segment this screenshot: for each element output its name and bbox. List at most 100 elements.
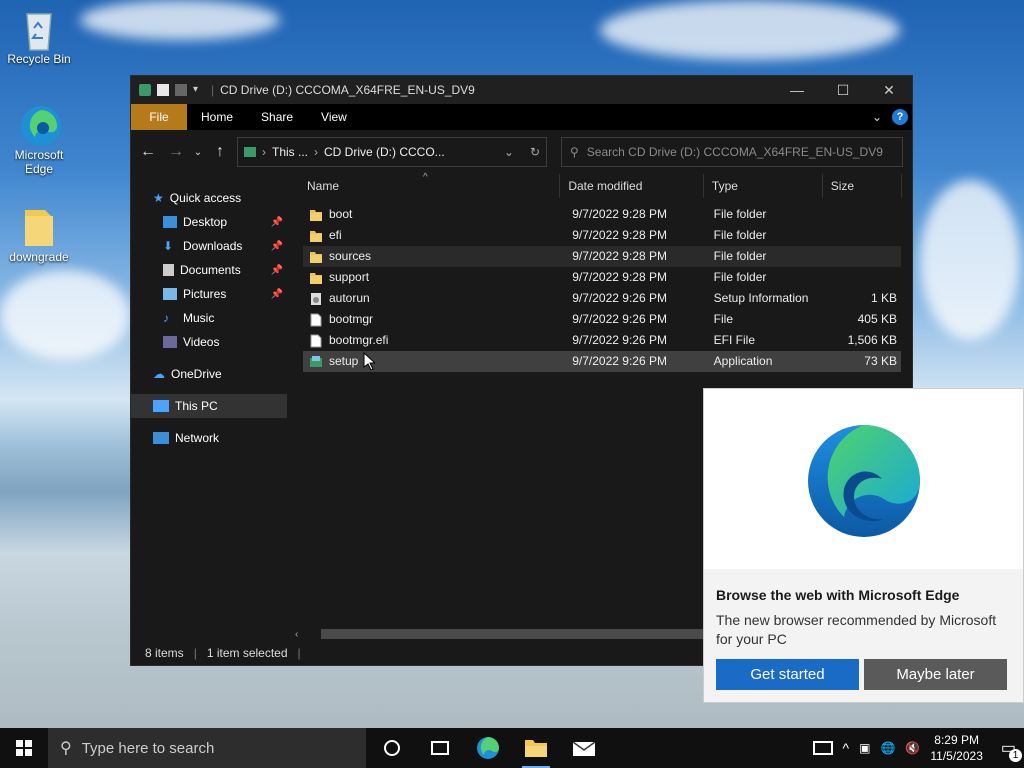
file-size: [823, 246, 901, 267]
desktop-icon-recycle-bin[interactable]: Recycle Bin: [4, 8, 74, 66]
refresh-icon[interactable]: ↻: [530, 145, 540, 159]
notification-badge: 1: [1009, 749, 1022, 762]
nav-label: Music: [183, 311, 215, 325]
nav-videos[interactable]: Videos: [131, 330, 287, 354]
taskbar-file-explorer[interactable]: [512, 728, 560, 768]
expand-ribbon-icon[interactable]: ⌄: [872, 110, 882, 124]
show-hidden-icons-icon[interactable]: ^: [843, 740, 850, 756]
column-header-size[interactable]: Size: [823, 173, 902, 198]
folder-icon: [309, 229, 323, 243]
nav-network[interactable]: Network: [131, 426, 287, 450]
popup-heading: Browse the web with Microsoft Edge: [716, 587, 960, 603]
scroll-left-icon[interactable]: ‹: [295, 629, 307, 640]
nav-desktop[interactable]: Desktop 📌: [131, 210, 287, 234]
file-row-support[interactable]: support 9/7/2022 9:28 PM File folder: [303, 267, 901, 288]
file-name-cell: bootmgr.efi: [303, 330, 564, 351]
file-row-setup[interactable]: setup 9/7/2022 9:26 PM Application 73 KB: [303, 351, 901, 372]
help-icon[interactable]: ?: [892, 109, 908, 125]
nav-quick-access[interactable]: ★ Quick access: [131, 186, 287, 210]
nav-label: OneDrive: [171, 367, 222, 381]
close-button[interactable]: ✕: [866, 76, 912, 104]
tab-file[interactable]: File: [131, 104, 187, 130]
customize-toolbar-icon[interactable]: ▾: [193, 84, 203, 96]
task-view-button[interactable]: [416, 728, 464, 768]
minimize-button[interactable]: —: [774, 76, 820, 104]
new-folder-icon[interactable]: [175, 84, 187, 96]
maybe-later-button[interactable]: Maybe later: [864, 659, 1007, 690]
file-row-boot[interactable]: boot 9/7/2022 9:28 PM File folder: [303, 204, 901, 225]
taskbar-edge[interactable]: [464, 728, 512, 768]
file-type: File: [713, 312, 734, 326]
nav-music[interactable]: ♪ Music: [131, 306, 287, 330]
maximize-button[interactable]: ☐: [820, 76, 866, 104]
edge-icon: [19, 104, 61, 146]
start-button[interactable]: [0, 728, 48, 768]
file-row-bootmgr-efi[interactable]: bootmgr.efi 9/7/2022 9:26 PM EFI File 1,506…: [303, 330, 901, 351]
column-header-name[interactable]: Name ^: [295, 172, 561, 198]
file-row-bootmgr[interactable]: bootmgr 9/7/2022 9:26 PM File 405 KB: [303, 309, 901, 330]
file-icon: [309, 313, 323, 327]
breadcrumb-separator-icon: ›: [314, 145, 319, 159]
up-button[interactable]: ↑: [209, 143, 231, 161]
nav-onedrive[interactable]: ☁ OneDrive: [131, 362, 287, 386]
recent-locations-icon[interactable]: ⌄: [193, 147, 203, 158]
file-date: 9/7/2022 9:26 PM: [572, 291, 667, 305]
forward-button[interactable]: →: [165, 143, 187, 161]
taskbar-mail[interactable]: [560, 728, 608, 768]
desktop-icon-label: Microsoft Edge: [14, 148, 64, 176]
volume-muted-icon[interactable]: 🔇: [905, 741, 920, 755]
nav-pictures[interactable]: Pictures 📌: [131, 282, 287, 306]
popup-body: The new browser recommended by Microsoft…: [716, 612, 997, 647]
nav-label: Downloads: [183, 239, 243, 253]
news-icon[interactable]: [812, 741, 833, 755]
star-icon: ★: [153, 191, 164, 205]
cortana-button[interactable]: [368, 728, 416, 768]
notifications-button[interactable]: ▭ 1: [1001, 738, 1022, 762]
tab-home[interactable]: Home: [187, 104, 247, 130]
music-icon: ♪: [163, 311, 169, 325]
properties-icon[interactable]: [157, 84, 169, 96]
folder-icon: [525, 740, 547, 757]
file-name-cell: boot: [303, 204, 564, 225]
get-started-button[interactable]: Get started: [716, 659, 859, 690]
nav-label: Desktop: [183, 215, 228, 229]
desktop-icon-edge[interactable]: Microsoft Edge: [4, 104, 74, 176]
file-type: File folder: [713, 270, 767, 284]
nav-label: Documents: [180, 263, 241, 277]
column-header-type[interactable]: Type: [704, 173, 823, 198]
meet-now-icon[interactable]: ▣: [859, 741, 870, 755]
file-row-sources[interactable]: sources 9/7/2022 9:28 PM File folder: [303, 246, 901, 267]
ribbon: File Home Share View ⌄ ?: [131, 104, 912, 130]
desktop-icon-downgrade[interactable]: downgrade: [4, 206, 74, 264]
breadcrumb-this-pc[interactable]: This ...: [272, 145, 308, 159]
computer-icon: [153, 400, 169, 412]
title-separator: |: [211, 83, 215, 97]
horizontal-scrollbar[interactable]: ‹: [295, 627, 705, 641]
address-dropdown-icon[interactable]: ⌄: [504, 145, 514, 159]
window-title: CD Drive (D:) CCCOMA_X64FRE_EN-US_DV9: [220, 83, 475, 97]
clock[interactable]: 8:29 PM 11/5/2023: [930, 732, 983, 764]
file-name-cell: efi: [303, 225, 564, 246]
file-name-cell: setup: [303, 351, 564, 372]
nav-documents[interactable]: Documents 📌: [131, 258, 287, 282]
tab-share[interactable]: Share: [247, 104, 307, 130]
nav-downloads[interactable]: ⬇ Downloads 📌: [131, 234, 287, 258]
back-button[interactable]: ←: [137, 143, 159, 161]
file-name: sources: [329, 249, 372, 263]
address-bar[interactable]: › This ... › CD Drive (D:) CCCO... ⌄ ↻: [237, 137, 547, 167]
breadcrumb-current[interactable]: CD Drive (D:) CCCO...: [324, 145, 445, 159]
file-date: 9/7/2022 9:26 PM: [572, 333, 667, 347]
taskbar: ⚲ Type here to search ^ ▣ 🌐 🔇 8:29 PM 11…: [0, 728, 1024, 768]
tab-view[interactable]: View: [307, 104, 361, 130]
taskbar-search[interactable]: ⚲ Type here to search: [48, 728, 366, 768]
file-row-autorun[interactable]: autorun 9/7/2022 9:26 PM Setup Information…: [303, 288, 901, 309]
file-name: efi: [329, 228, 342, 242]
network-globe-icon[interactable]: 🌐: [880, 741, 895, 755]
edge-logo-icon: [807, 425, 920, 537]
scrollbar-thumb[interactable]: [320, 629, 705, 639]
folder-icon: [309, 250, 323, 264]
nav-this-pc[interactable]: This PC: [131, 394, 287, 418]
file-row-efi[interactable]: efi 9/7/2022 9:28 PM File folder: [303, 225, 901, 246]
search-box[interactable]: ⚲ Search CD Drive (D:) CCCOMA_X64FRE_EN-…: [561, 137, 903, 167]
column-header-date[interactable]: Date modified: [560, 173, 704, 198]
